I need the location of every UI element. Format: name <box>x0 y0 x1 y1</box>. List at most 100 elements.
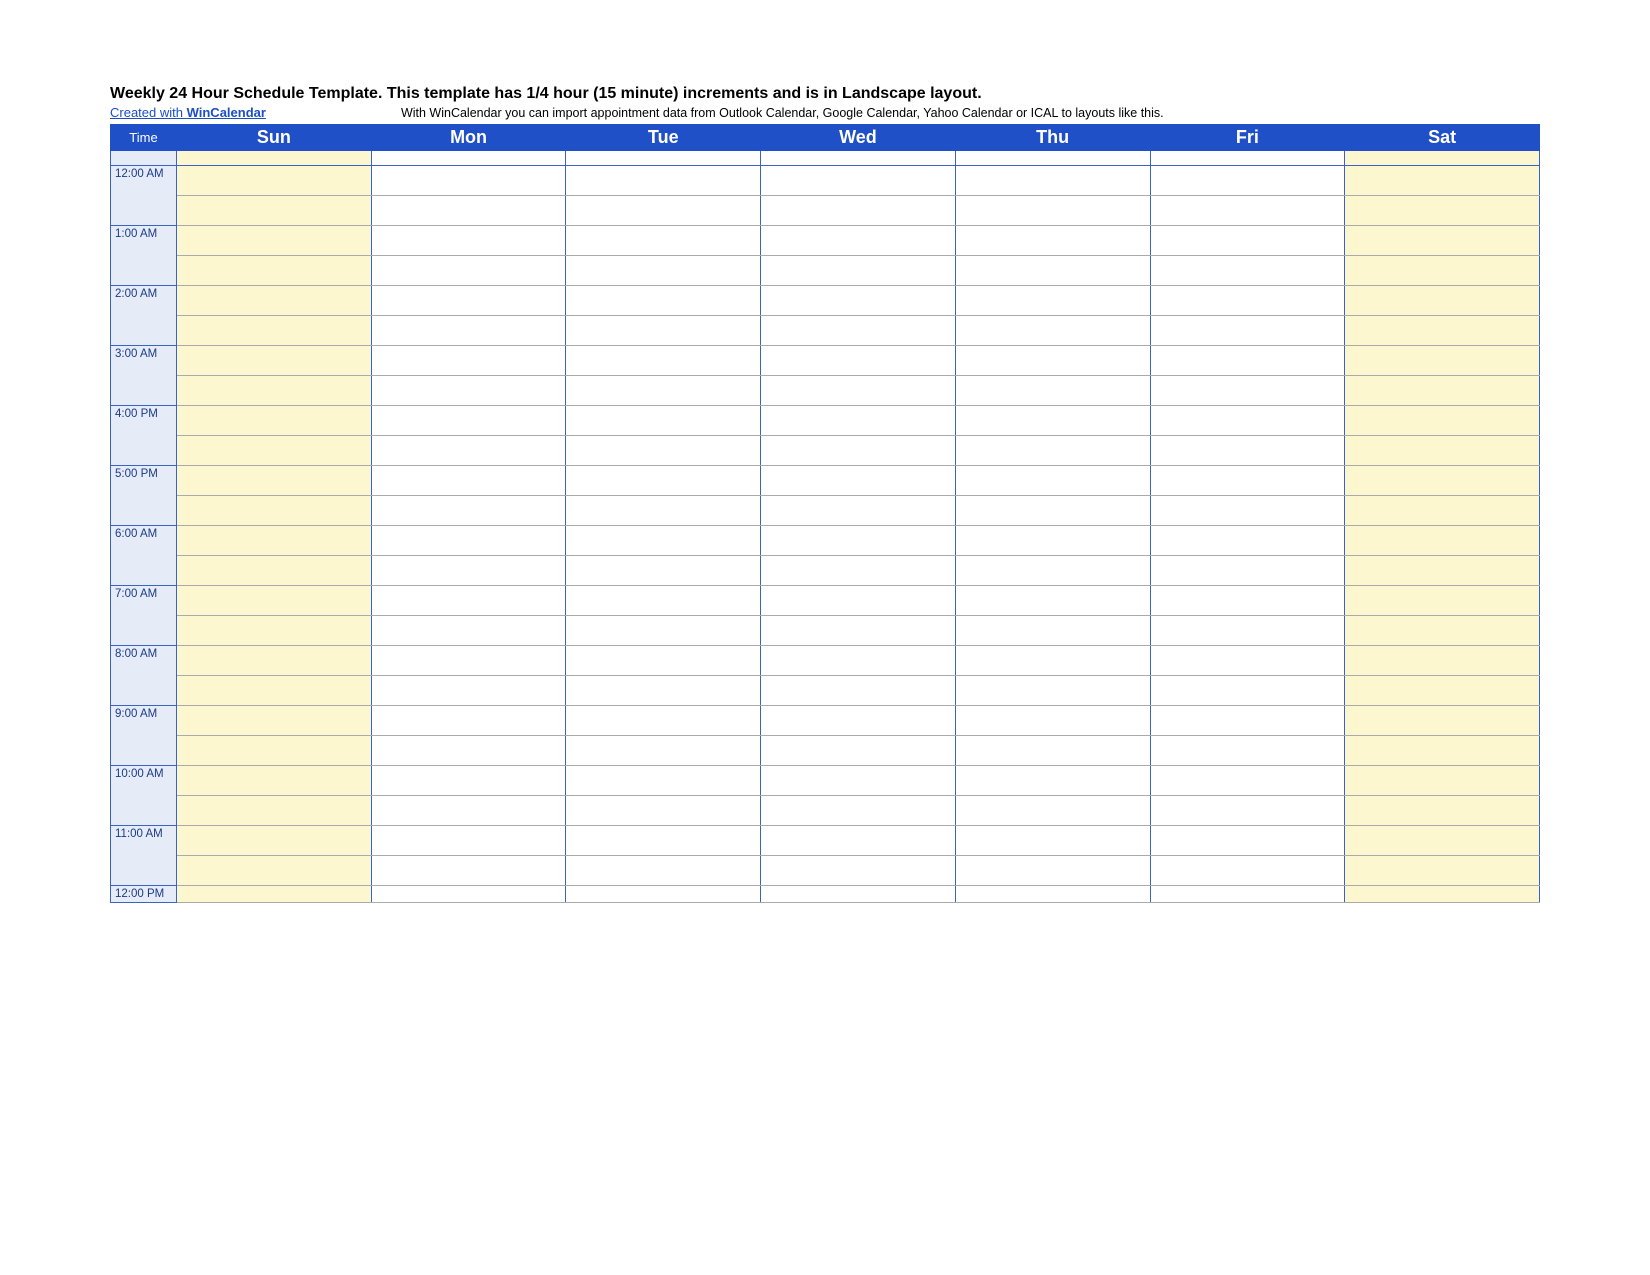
schedule-cell[interactable] <box>177 526 372 556</box>
schedule-cell[interactable] <box>1345 466 1540 496</box>
schedule-cell[interactable] <box>1345 406 1540 436</box>
schedule-cell[interactable] <box>955 436 1150 466</box>
schedule-cell[interactable] <box>177 706 372 736</box>
schedule-cell[interactable] <box>1345 796 1540 826</box>
schedule-cell[interactable] <box>177 316 372 346</box>
schedule-cell[interactable] <box>1150 151 1345 166</box>
schedule-cell[interactable] <box>177 856 372 886</box>
schedule-cell[interactable] <box>955 256 1150 286</box>
schedule-cell[interactable] <box>761 151 956 166</box>
schedule-cell[interactable] <box>761 556 956 586</box>
schedule-cell[interactable] <box>371 346 566 376</box>
schedule-cell[interactable] <box>177 436 372 466</box>
schedule-cell[interactable] <box>761 676 956 706</box>
schedule-cell[interactable] <box>761 226 956 256</box>
schedule-cell[interactable] <box>566 586 761 616</box>
schedule-cell[interactable] <box>371 466 566 496</box>
schedule-cell[interactable] <box>1345 586 1540 616</box>
schedule-cell[interactable] <box>955 856 1150 886</box>
schedule-cell[interactable] <box>1150 766 1345 796</box>
schedule-cell[interactable] <box>1345 526 1540 556</box>
schedule-cell[interactable] <box>1345 286 1540 316</box>
schedule-cell[interactable] <box>566 256 761 286</box>
schedule-cell[interactable] <box>1345 166 1540 196</box>
schedule-cell[interactable] <box>761 646 956 676</box>
schedule-cell[interactable] <box>371 406 566 436</box>
schedule-cell[interactable] <box>1150 646 1345 676</box>
schedule-cell[interactable] <box>566 796 761 826</box>
schedule-cell[interactable] <box>761 826 956 856</box>
schedule-cell[interactable] <box>955 466 1150 496</box>
schedule-cell[interactable] <box>1150 466 1345 496</box>
schedule-cell[interactable] <box>761 346 956 376</box>
schedule-cell[interactable] <box>177 376 372 406</box>
schedule-cell[interactable] <box>761 166 956 196</box>
schedule-cell[interactable] <box>955 886 1150 903</box>
schedule-cell[interactable] <box>566 226 761 256</box>
schedule-cell[interactable] <box>1345 556 1540 586</box>
schedule-cell[interactable] <box>1345 256 1540 286</box>
schedule-cell[interactable] <box>371 586 566 616</box>
schedule-cell[interactable] <box>1150 706 1345 736</box>
schedule-cell[interactable] <box>371 526 566 556</box>
schedule-cell[interactable] <box>761 496 956 526</box>
schedule-cell[interactable] <box>955 151 1150 166</box>
schedule-cell[interactable] <box>761 856 956 886</box>
schedule-cell[interactable] <box>177 736 372 766</box>
schedule-cell[interactable] <box>955 526 1150 556</box>
schedule-cell[interactable] <box>1345 706 1540 736</box>
schedule-cell[interactable] <box>177 676 372 706</box>
schedule-cell[interactable] <box>177 466 372 496</box>
schedule-cell[interactable] <box>761 406 956 436</box>
schedule-cell[interactable] <box>761 736 956 766</box>
schedule-cell[interactable] <box>177 286 372 316</box>
schedule-cell[interactable] <box>177 886 372 903</box>
schedule-cell[interactable] <box>371 196 566 226</box>
schedule-cell[interactable] <box>371 706 566 736</box>
schedule-cell[interactable] <box>371 256 566 286</box>
schedule-cell[interactable] <box>761 766 956 796</box>
schedule-cell[interactable] <box>371 436 566 466</box>
schedule-cell[interactable] <box>177 826 372 856</box>
schedule-cell[interactable] <box>371 676 566 706</box>
schedule-cell[interactable] <box>371 556 566 586</box>
schedule-cell[interactable] <box>955 826 1150 856</box>
schedule-cell[interactable] <box>1345 616 1540 646</box>
schedule-cell[interactable] <box>177 406 372 436</box>
schedule-cell[interactable] <box>566 346 761 376</box>
schedule-cell[interactable] <box>1150 346 1345 376</box>
schedule-cell[interactable] <box>1345 376 1540 406</box>
schedule-cell[interactable] <box>371 796 566 826</box>
schedule-cell[interactable] <box>177 256 372 286</box>
schedule-cell[interactable] <box>1345 676 1540 706</box>
schedule-cell[interactable] <box>566 556 761 586</box>
schedule-cell[interactable] <box>177 646 372 676</box>
schedule-cell[interactable] <box>955 196 1150 226</box>
schedule-cell[interactable] <box>1345 436 1540 466</box>
schedule-cell[interactable] <box>566 736 761 766</box>
schedule-cell[interactable] <box>371 886 566 903</box>
schedule-cell[interactable] <box>955 376 1150 406</box>
schedule-cell[interactable] <box>955 496 1150 526</box>
schedule-cell[interactable] <box>1345 346 1540 376</box>
schedule-cell[interactable] <box>955 616 1150 646</box>
schedule-cell[interactable] <box>955 286 1150 316</box>
schedule-cell[interactable] <box>1150 256 1345 286</box>
schedule-cell[interactable] <box>371 856 566 886</box>
schedule-cell[interactable] <box>177 766 372 796</box>
schedule-cell[interactable] <box>955 736 1150 766</box>
schedule-cell[interactable] <box>1345 736 1540 766</box>
schedule-cell[interactable] <box>371 826 566 856</box>
schedule-cell[interactable] <box>955 226 1150 256</box>
schedule-cell[interactable] <box>177 586 372 616</box>
schedule-cell[interactable] <box>566 286 761 316</box>
schedule-cell[interactable] <box>761 196 956 226</box>
schedule-cell[interactable] <box>1345 316 1540 346</box>
schedule-cell[interactable] <box>566 706 761 736</box>
schedule-cell[interactable] <box>371 376 566 406</box>
schedule-cell[interactable] <box>371 646 566 676</box>
schedule-cell[interactable] <box>1345 226 1540 256</box>
schedule-cell[interactable] <box>1150 376 1345 406</box>
schedule-cell[interactable] <box>177 796 372 826</box>
schedule-cell[interactable] <box>566 526 761 556</box>
